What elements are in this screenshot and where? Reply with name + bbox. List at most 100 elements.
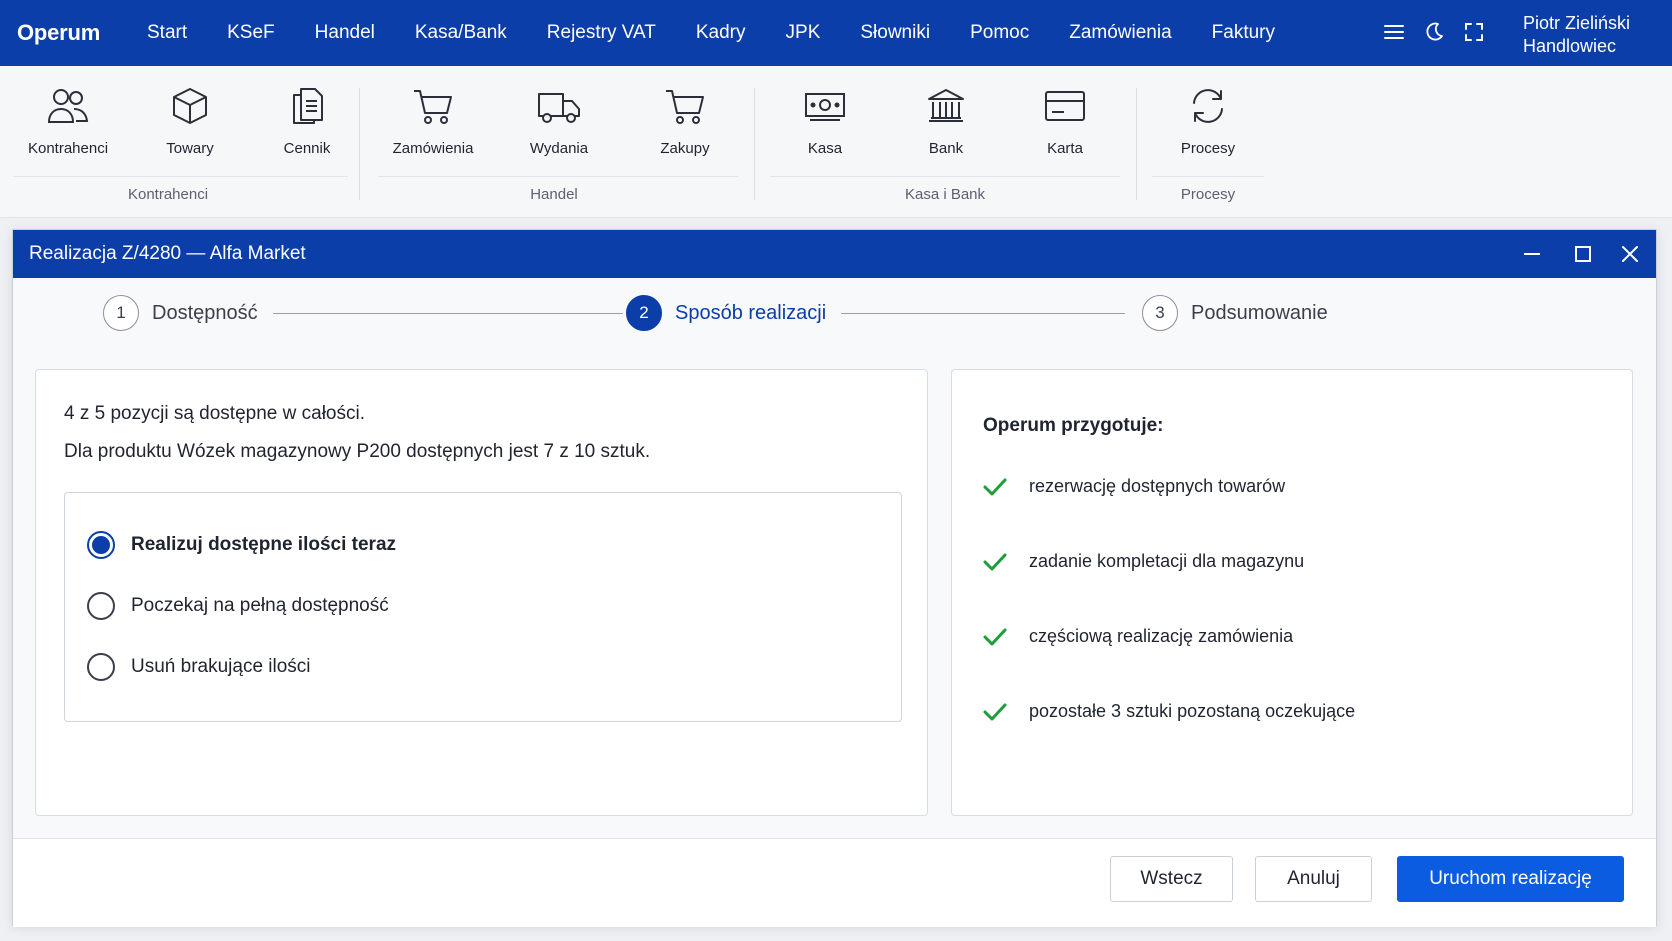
availability-card: 4 z 5 pozycji są dostępne w całości. Dla…: [35, 369, 928, 816]
ribbon-group-procesy: Procesy Procesy: [1152, 66, 1264, 218]
menu-icon[interactable]: [1380, 18, 1408, 46]
ribbon-group-handel: Zamówienia Wydania Zakupy Handel: [378, 66, 738, 218]
menu-item-start[interactable]: Start: [147, 22, 187, 44]
truck-icon: [537, 84, 581, 128]
summary-item: rezerwację dostępnych towarów: [983, 476, 1285, 497]
ribbon-button-cennik[interactable]: Cennik: [252, 84, 362, 168]
menu-item-handel[interactable]: Handel: [315, 22, 375, 44]
dialog-title: Realizacja Z/4280 — Alfa Market: [29, 243, 306, 264]
moon-icon[interactable]: [1420, 18, 1448, 46]
ribbon-button-kasa[interactable]: Kasa: [770, 84, 880, 168]
ribbon-label: Procesy: [1180, 140, 1236, 157]
cancel-button[interactable]: Anuluj: [1255, 856, 1372, 902]
dialog-footer: Wstecz Anuluj Uruchom realizację: [13, 838, 1656, 927]
ribbon-group-kontrahenci: Kontrahenci Towary Cennik Kontrahenci: [13, 66, 348, 218]
radio-button[interactable]: [87, 592, 115, 620]
step-number: 1: [103, 295, 139, 331]
refresh-icon: [1186, 84, 1230, 128]
menu-item-ksef[interactable]: KSeF: [227, 22, 275, 44]
step-label: Dostępność: [152, 301, 258, 324]
ribbon-button-bank[interactable]: Bank: [891, 84, 1001, 168]
option-label: Poczekaj na pełną dostępność: [131, 595, 389, 616]
ribbon-group-divider: [378, 176, 738, 177]
availability-summary: 4 z 5 pozycji są dostępne w całości.: [64, 403, 365, 424]
option-realize-now[interactable]: Realizuj dostępne ilości teraz: [87, 531, 396, 559]
ribbon-label: Kasa: [807, 140, 843, 157]
cart-icon: [411, 84, 455, 128]
menu-item-jpk[interactable]: JPK: [786, 22, 821, 44]
card-icon: [1043, 84, 1087, 128]
step-number: 3: [1142, 295, 1178, 331]
ribbon-label: Cennik: [283, 140, 331, 157]
back-button[interactable]: Wstecz: [1110, 856, 1233, 902]
realization-dialog: Realizacja Z/4280 — Alfa Market 1 Dostęp…: [12, 229, 1657, 927]
summary-title: Operum przygotuje:: [983, 415, 1164, 436]
menu-item-kadry[interactable]: Kadry: [696, 22, 746, 44]
summary-item: pozostałe 3 sztuki pozostaną oczekujące: [983, 701, 1355, 722]
ribbon-button-towary[interactable]: Towary: [135, 84, 245, 168]
radio-button[interactable]: [87, 653, 115, 681]
check-icon: [983, 553, 1007, 570]
ribbon-group-divider: [13, 176, 348, 177]
ribbon-button-wydania[interactable]: Wydania: [504, 84, 614, 168]
menu-item-rejestry-vat[interactable]: Rejestry VAT: [547, 22, 656, 44]
ribbon-button-zamowienia[interactable]: Zamówienia: [378, 84, 488, 168]
step-dostepnosc[interactable]: 1 Dostępność: [103, 295, 258, 331]
ribbon-button-procesy[interactable]: Procesy: [1153, 84, 1263, 168]
ribbon-button-zakupy[interactable]: Zakupy: [630, 84, 740, 168]
check-icon: [983, 478, 1007, 495]
dialog-body: 1 Dostępność 2 Sposób realizacji 3 Podsu…: [13, 278, 1656, 838]
radio-button[interactable]: [87, 531, 115, 559]
option-remove-missing[interactable]: Usuń brakujące ilości: [87, 653, 311, 681]
step-sposob-realizacji[interactable]: 2 Sposób realizacji: [626, 295, 826, 331]
step-number: 2: [626, 295, 662, 331]
ribbon-button-karta[interactable]: Karta: [1010, 84, 1120, 168]
step-connector: [841, 313, 1125, 314]
top-icon-bar: [1380, 18, 1500, 46]
cart-icon: [663, 84, 707, 128]
users-icon: [46, 84, 90, 128]
ribbon-label: Zamówienia: [392, 140, 474, 157]
ribbon-group-label: Handel: [530, 186, 578, 203]
step-connector: [273, 313, 623, 314]
box-icon: [168, 84, 212, 128]
menu-item-slowniki[interactable]: Słowniki: [860, 22, 930, 44]
ribbon-label: Towary: [166, 140, 214, 157]
partial-availability-note: Dla produktu Wózek magazynowy P200 dostę…: [64, 441, 651, 462]
maximize-icon[interactable]: [1561, 230, 1605, 278]
option-label: Usuń brakujące ilości: [131, 656, 311, 677]
menu-item-kasa-bank[interactable]: Kasa/Bank: [415, 22, 507, 44]
run-realization-button[interactable]: Uruchom realizację: [1397, 856, 1624, 902]
ribbon-separator: [754, 88, 755, 200]
top-navigation-bar: Operum Start KSeF Handel Kasa/Bank Rejes…: [0, 0, 1672, 66]
ribbon-group-label: Procesy: [1180, 186, 1236, 203]
ribbon-separator: [1136, 88, 1137, 200]
user-name: Piotr Zieliński: [1523, 13, 1631, 33]
fullscreen-icon[interactable]: [1460, 18, 1488, 46]
dialog-title-bar[interactable]: Realizacja Z/4280 — Alfa Market: [13, 230, 1656, 278]
ribbon-group-label: Kontrahenci: [127, 186, 209, 203]
menu-item-faktury[interactable]: Faktury: [1212, 22, 1275, 44]
ribbon-separator: [359, 88, 360, 200]
app-logo[interactable]: Operum: [17, 20, 137, 46]
bank-icon: [924, 84, 968, 128]
check-icon: [983, 703, 1007, 720]
ribbon-button-kontrahenci[interactable]: Kontrahenci: [13, 84, 123, 168]
user-info[interactable]: Piotr Zieliński Handlowiec: [1523, 12, 1630, 58]
ribbon-group-divider: [1152, 176, 1264, 177]
check-icon: [983, 628, 1007, 645]
minimize-icon[interactable]: [1510, 230, 1554, 278]
summary-card: Operum przygotuje: rezerwację dostępnych…: [951, 369, 1633, 816]
menu-item-pomoc[interactable]: Pomoc: [970, 22, 1029, 44]
ribbon-group-divider: [770, 176, 1120, 177]
step-podsumowanie[interactable]: 3 Podsumowanie: [1142, 295, 1328, 331]
option-wait-full[interactable]: Poczekaj na pełną dostępność: [87, 592, 389, 620]
ribbon-label: Kontrahenci: [27, 140, 109, 157]
step-label: Sposób realizacji: [675, 301, 827, 324]
documents-icon: [285, 84, 329, 128]
menu-item-zamowienia[interactable]: Zamówienia: [1069, 22, 1171, 44]
ribbon-label: Bank: [928, 140, 964, 157]
user-role: Handlowiec: [1523, 36, 1617, 56]
close-icon[interactable]: [1608, 230, 1652, 278]
realization-options: Realizuj dostępne ilości teraz Poczekaj …: [64, 492, 902, 722]
